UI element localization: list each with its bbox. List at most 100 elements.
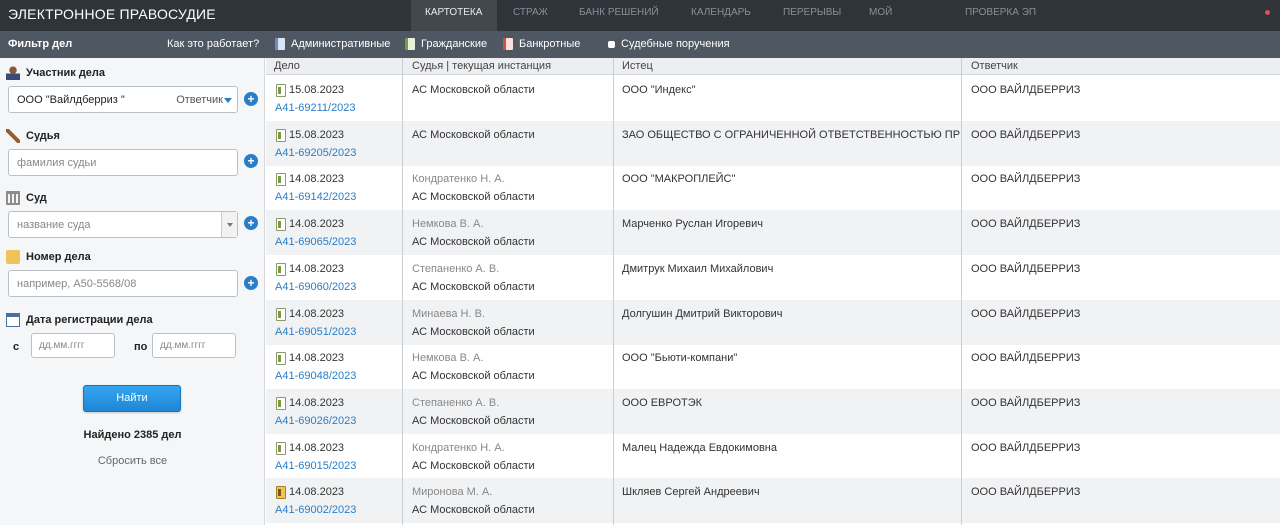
col-plaintiff[interactable]: Истец	[622, 60, 653, 72]
case-date: 14.08.2023	[289, 218, 345, 230]
document-icon[interactable]	[276, 352, 286, 365]
plaintiff-name: Малец Надежда Евдокимовна	[622, 442, 777, 454]
notification-dot-icon	[1265, 10, 1270, 15]
table-row[interactable]: 14.08.2023 А41-69142/2023 Кондратенко Н. А…	[266, 165, 1280, 210]
table-row[interactable]: 15.08.2023 А41-69205/2023 АС Московской об…	[266, 121, 1280, 166]
nav-bank-resheniy[interactable]: БАНК РЕШЕНИЙ	[563, 0, 675, 31]
reset-all-link[interactable]: Сбросить все	[0, 455, 265, 467]
tab-civil-label: Гражданские	[421, 38, 488, 50]
judge-name: Степаненко А. В.	[412, 263, 500, 275]
col-case[interactable]: Дело	[274, 60, 300, 72]
court-label: Суд	[6, 191, 47, 205]
col-judge[interactable]: Судья | текущая инстанция	[412, 60, 551, 72]
participant-field[interactable]: ООО "Вайлдберриз " Ответчик	[8, 86, 238, 113]
court-name: АС Московской области	[412, 236, 535, 248]
table-row[interactable]: 14.08.2023 А41-69015/2023 Кондратенко Н. А…	[266, 434, 1280, 479]
table-row[interactable]: 14.08.2023 А41-69051/2023 Минаева Н. В. АС …	[266, 300, 1280, 345]
document-icon[interactable]	[276, 84, 286, 97]
table-row[interactable]: 14.08.2023 А41-69048/2023 Немкова В. А. АС …	[266, 344, 1280, 389]
document-icon[interactable]	[276, 218, 286, 231]
defendant-name: ООО ВАЙЛДБЕРРИЗ	[971, 263, 1081, 275]
case-number-link[interactable]: А41-69211/2023	[275, 102, 356, 114]
participant-label: Участник дела	[6, 66, 105, 80]
case-date: 14.08.2023	[289, 397, 345, 409]
date-from-input[interactable]: дд.мм.гггг	[31, 333, 115, 358]
chevron-down-icon[interactable]	[224, 98, 232, 103]
judge-name: Кондратенко Н. А.	[412, 173, 505, 185]
find-button[interactable]: Найти	[83, 385, 181, 412]
tab-civil[interactable]: Гражданские	[405, 38, 487, 50]
judge-name: Миронова М. А.	[412, 486, 493, 498]
nav-my-arbitr[interactable]: МОЙ АРБИТР	[853, 0, 949, 44]
col-defendant[interactable]: Ответчик	[971, 60, 1018, 72]
add-court-button[interactable]: +	[244, 216, 258, 230]
case-number-link[interactable]: А41-69048/2023	[275, 370, 356, 382]
plaintiff-name: ООО "Индекс"	[622, 84, 696, 96]
document-icon[interactable]	[276, 129, 286, 142]
court-select[interactable]: название суда	[8, 211, 238, 238]
nav-check-signature[interactable]: ПРОВЕРКА ЭП	[949, 0, 1069, 31]
tab-bankruptcy[interactable]: Банкротные	[503, 38, 580, 50]
case-number-link[interactable]: А41-69142/2023	[275, 191, 356, 203]
case-date: 14.08.2023	[289, 308, 345, 320]
table-row[interactable]: 14.08.2023 А41-69065/2023 Немкова В. А. АС …	[266, 210, 1280, 255]
defendant-name: ООО ВАЙЛДБЕРРИЗ	[971, 308, 1081, 320]
nav-breaks[interactable]: ПЕРЕРЫВЫ	[767, 0, 853, 31]
add-case-button[interactable]: +	[244, 276, 258, 290]
case-number-link[interactable]: А41-69015/2023	[275, 460, 356, 472]
case-number-input[interactable]: например, А50-5568/08	[8, 270, 238, 297]
nav-kartoteka[interactable]: КАРТОТЕКА	[411, 0, 497, 31]
nav-calendar[interactable]: КАЛЕНДАРЬ	[675, 0, 767, 31]
defendant-name: ООО ВАЙЛДБЕРРИЗ	[971, 486, 1081, 498]
judge-label-text: Судья	[26, 130, 60, 142]
add-participant-button[interactable]: +	[244, 92, 258, 106]
document-icon[interactable]	[276, 263, 286, 276]
document-gold-icon[interactable]	[276, 486, 286, 499]
court-name: АС Московской области	[412, 504, 535, 516]
case-number-link[interactable]: А41-69065/2023	[275, 236, 356, 248]
case-date: 14.08.2023	[289, 442, 345, 454]
plaintiff-name: Долгушин Дмитрий Викторович	[622, 308, 783, 320]
case-date: 14.08.2023	[289, 173, 345, 185]
date-label-text: Дата регистрации дела	[26, 314, 153, 326]
document-icon[interactable]	[276, 397, 286, 410]
case-number-link[interactable]: А41-69026/2023	[275, 415, 356, 427]
table-row[interactable]: 14.08.2023 А41-69002/2023 Миронова М. А. АС…	[266, 478, 1280, 523]
main-nav: КАРТОТЕКА СТРАЖ БАНК РЕШЕНИЙ КАЛЕНДАРЬ П…	[411, 0, 1069, 44]
filter-bar: Фильтр дел Как это работает? Администрат…	[0, 31, 1280, 58]
case-number-link[interactable]: А41-69051/2023	[275, 326, 356, 338]
judge-input[interactable]: фамилия судьи	[8, 149, 238, 176]
case-number-link[interactable]: А41-69002/2023	[275, 504, 356, 516]
checkbox-icon[interactable]	[608, 40, 615, 48]
add-judge-button[interactable]: +	[244, 154, 258, 168]
case-number-link[interactable]: А41-69060/2023	[275, 281, 356, 293]
date-to-input[interactable]: дд.мм.гггг	[152, 333, 236, 358]
document-icon[interactable]	[276, 173, 286, 186]
court-name: АС Московской области	[412, 415, 535, 427]
site-brand[interactable]: ЭЛЕКТРОННОЕ ПРАВОСУДИЕ	[8, 6, 216, 22]
column-divider	[402, 58, 403, 525]
document-icon[interactable]	[276, 442, 286, 455]
tab-administrative[interactable]: Административные	[275, 38, 390, 50]
dropdown-arrow-icon[interactable]	[221, 212, 237, 237]
court-label-text: Суд	[26, 192, 47, 204]
case-date: 14.08.2023	[289, 352, 345, 364]
tab-court-orders[interactable]: Судебные поручения	[608, 38, 730, 50]
table-row[interactable]: 14.08.2023 А41-69060/2023 Степаненко А. В.…	[266, 255, 1280, 300]
column-divider	[613, 58, 614, 525]
court-name: АС Московской области	[412, 84, 535, 96]
document-icon[interactable]	[276, 308, 286, 321]
how-it-works-link[interactable]: Как это работает?	[167, 38, 259, 50]
defendant-name: ООО ВАЙЛДБЕРРИЗ	[971, 352, 1081, 364]
date-label: Дата регистрации дела	[6, 313, 153, 327]
plaintiff-name: ООО "МАКРОПЛЕЙС"	[622, 173, 736, 185]
table-row[interactable]: 14.08.2023 А41-69026/2023 Степаненко А. В.…	[266, 389, 1280, 434]
table-row[interactable]: 15.08.2023 А41-69211/2023 АС Московской об…	[266, 76, 1280, 121]
nav-strazh[interactable]: СТРАЖ	[497, 0, 563, 31]
table-header: Дело Судья | текущая инстанция Истец Отв…	[266, 58, 1280, 75]
court-building-icon	[6, 191, 20, 205]
cases-table: Дело Судья | текущая инстанция Истец Отв…	[266, 58, 1280, 525]
bankruptcy-icon	[503, 38, 513, 50]
case-number-link[interactable]: А41-69205/2023	[275, 147, 356, 159]
participant-role-select[interactable]: Ответчик	[176, 94, 223, 106]
